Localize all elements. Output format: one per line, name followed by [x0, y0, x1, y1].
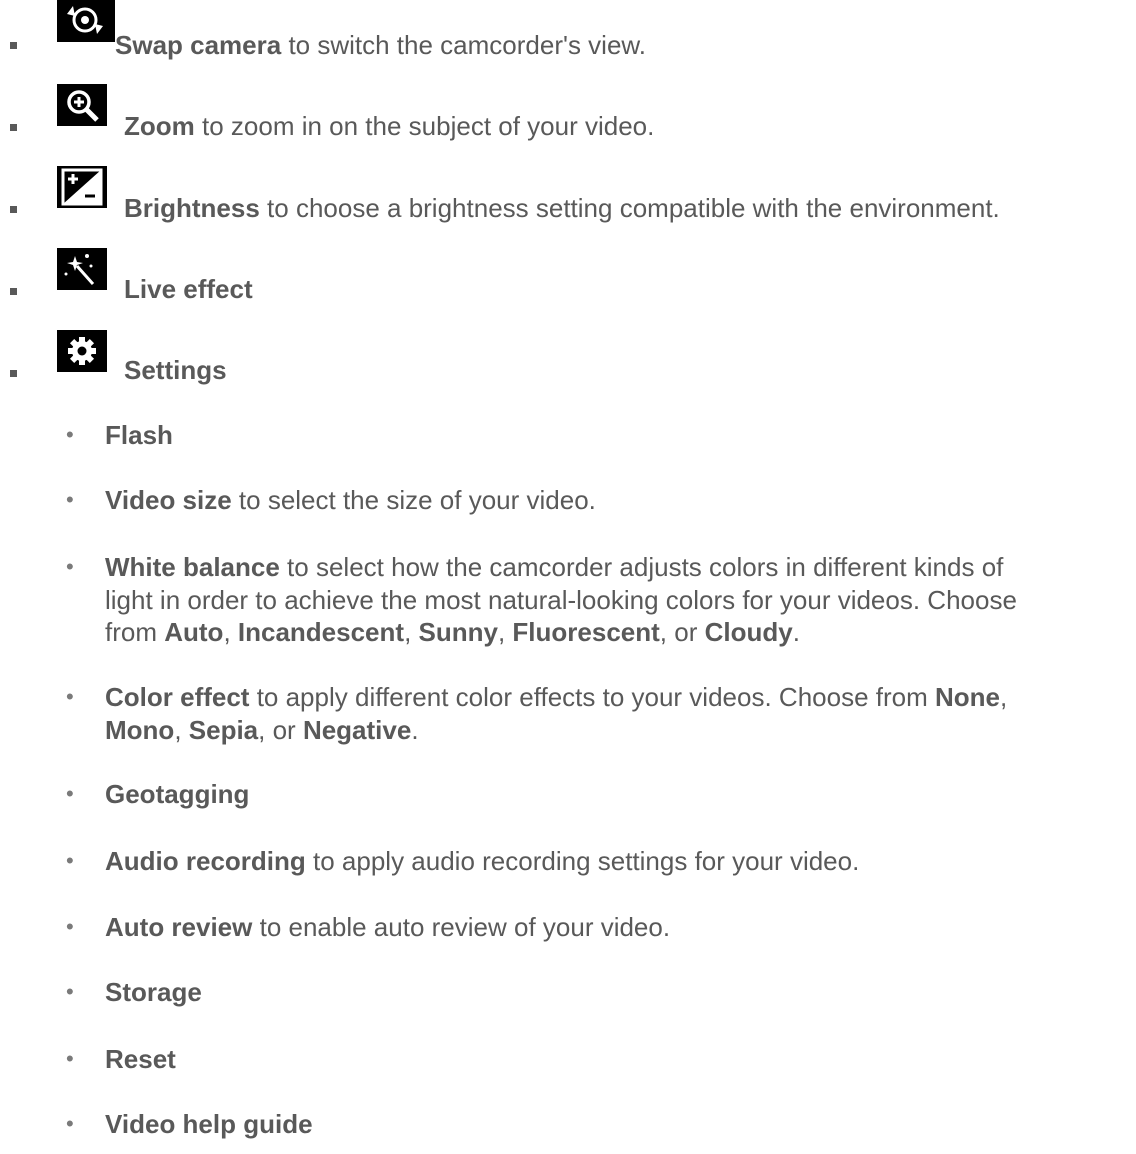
- option-mono: Mono: [105, 715, 175, 745]
- period: .: [411, 715, 419, 745]
- option-fluorescent: Fluorescent: [512, 617, 660, 647]
- separator: ,: [223, 617, 238, 647]
- option-auto: Auto: [164, 617, 224, 647]
- separator: ,: [999, 682, 1008, 712]
- magic-wand-icon: [57, 248, 107, 290]
- period: .: [792, 617, 800, 647]
- setting-label: Reset: [105, 1044, 176, 1074]
- separator: ,: [497, 617, 513, 647]
- item-description: to zoom in on the subject of your video.: [194, 111, 655, 141]
- bullet-dot: •: [66, 684, 74, 709]
- setting-label: Video help guide: [105, 1109, 313, 1139]
- bullet-dot: •: [66, 487, 74, 512]
- setting-label: Flash: [105, 420, 173, 450]
- option-prefix: from: [105, 617, 165, 647]
- bullet-dot: •: [66, 554, 74, 579]
- square-bullet: [10, 42, 17, 49]
- item-label: Zoom: [124, 111, 195, 141]
- setting-description: to enable auto review of your video.: [252, 912, 671, 942]
- zoom-in-icon: [57, 84, 107, 126]
- bullet-dot: •: [66, 1046, 74, 1071]
- square-bullet: [10, 370, 17, 377]
- item-label: Swap camera: [115, 30, 282, 60]
- bullet-dot: •: [66, 979, 74, 1004]
- gear-icon: [57, 330, 107, 372]
- item-description: to choose a brightness setting compatibl…: [259, 193, 1000, 223]
- bullet-dot: •: [66, 1111, 74, 1136]
- square-bullet: [10, 206, 17, 213]
- setting-label: Audio recording: [105, 846, 306, 876]
- item-label: Live effect: [124, 274, 253, 304]
- item-label: Settings: [124, 355, 227, 385]
- setting-description: to select the size of your video.: [231, 485, 596, 515]
- option-negative: Negative: [302, 715, 412, 745]
- setting-label: Auto review: [105, 912, 253, 942]
- setting-label: Video size: [105, 485, 232, 515]
- setting-label: White balance: [105, 552, 280, 582]
- setting-description: light in order to achieve the most natur…: [105, 585, 1017, 615]
- bullet-dot: •: [66, 914, 74, 939]
- option-sepia: Sepia: [188, 715, 259, 745]
- option-cloudy: Cloudy: [704, 617, 793, 647]
- bullet-dot: •: [66, 422, 74, 447]
- bullet-dot: •: [66, 848, 74, 873]
- brightness-icon: [57, 166, 107, 208]
- option-none: None: [934, 682, 1000, 712]
- option-sunny: Sunny: [418, 617, 498, 647]
- setting-description: to apply different color effects to your…: [249, 682, 935, 712]
- setting-label: Storage: [105, 977, 202, 1007]
- item-description: to switch the camcorder's view.: [281, 30, 646, 60]
- setting-description: to apply audio recording settings for yo…: [305, 846, 860, 876]
- item-label: Brightness: [124, 193, 260, 223]
- bullet-dot: •: [66, 781, 74, 806]
- setting-description: to select how the camcorder adjusts colo…: [279, 552, 1004, 582]
- separator: ,: [404, 617, 419, 647]
- separator: , or: [258, 715, 303, 745]
- separator: ,: [174, 715, 189, 745]
- square-bullet: [10, 124, 17, 131]
- separator: , or: [659, 617, 705, 647]
- swap-camera-icon: [57, 0, 115, 42]
- option-incandescent: Incandescent: [237, 617, 405, 647]
- setting-label: Geotagging: [105, 779, 250, 809]
- setting-label: Color effect: [105, 682, 250, 712]
- square-bullet: [10, 288, 17, 295]
